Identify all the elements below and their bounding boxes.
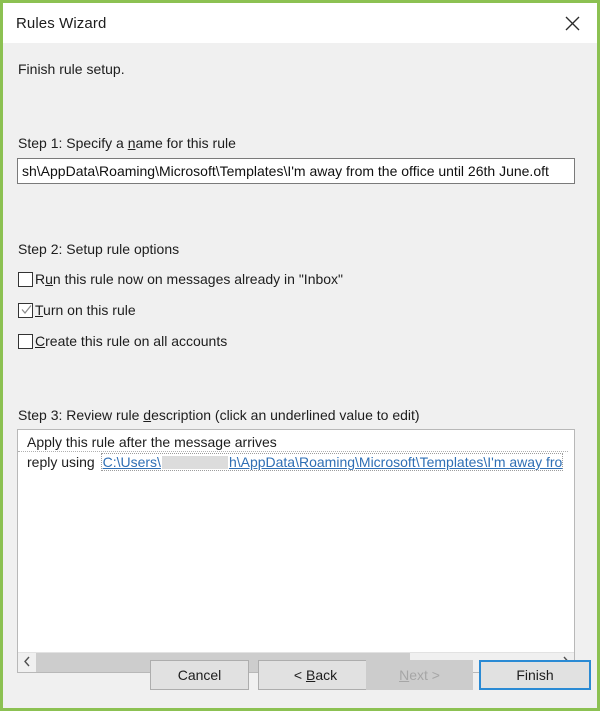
template-path-after: h\AppData\Roaming\Microsoft\Templates\I'…	[228, 454, 563, 470]
checkbox-label-accel: C	[35, 332, 46, 349]
rule-name-input[interactable]	[17, 158, 575, 184]
dialog-footer: Cancel < Back Next > Finish	[3, 650, 597, 708]
description-line-condition: Apply this rule after the message arrive…	[18, 432, 568, 452]
checkbox-label-suffix: reate this rule on all accounts	[45, 332, 228, 349]
page-subtitle: Finish rule setup.	[18, 61, 125, 77]
close-icon	[565, 16, 580, 31]
step2-label: Step 2: Setup rule options	[18, 241, 180, 257]
rule-description-box[interactable]: Apply this rule after the message arrive…	[17, 429, 575, 673]
checkbox-label: Run this rule now on messages already in…	[35, 270, 344, 287]
step1-label-prefix: Step 1: Specify a	[18, 135, 128, 151]
back-label-prefix: <	[293, 667, 306, 683]
checkbox-box	[18, 271, 33, 287]
step1-label-accel: n	[127, 135, 136, 151]
rule-description-lines: Apply this rule after the message arrive…	[18, 430, 574, 640]
step1-label-suffix: ame for this rule	[135, 135, 236, 151]
checkbox-box	[18, 302, 33, 318]
step3-label-suffix: escription (click an underlined value to…	[151, 407, 420, 423]
template-path-before: C:\Users\	[102, 454, 161, 470]
next-button: Next >	[366, 660, 473, 690]
checkbox-label: Create this rule on all accounts	[35, 332, 228, 349]
checkbox-label-accel: u	[45, 270, 53, 287]
checkbox-label-accel: T	[35, 301, 44, 318]
checkbox-box	[18, 333, 33, 349]
description-line-action: reply using C:\Users\ h\AppData\Roaming\M…	[18, 452, 574, 472]
step3-label: Step 3: Review rule description (click a…	[18, 407, 420, 423]
description-action-prefix: reply using	[27, 454, 99, 470]
checkbox-create-on-all-accounts[interactable]: Create this rule on all accounts	[18, 331, 227, 351]
checkbox-label: Turn on this rule	[35, 301, 136, 318]
close-button[interactable]	[549, 5, 595, 41]
title-bar: Rules Wizard	[3, 3, 597, 43]
back-button[interactable]: < Back	[258, 660, 373, 690]
next-label-accel: N	[399, 667, 410, 683]
dialog-body: Finish rule setup. Step 1: Specify a nam…	[3, 43, 597, 708]
next-label-suffix: ext >	[409, 667, 440, 683]
rules-wizard-dialog: Rules Wizard Finish rule setup. Step 1: …	[0, 0, 600, 711]
checkmark-icon	[20, 303, 33, 316]
step3-label-prefix: Step 3: Review rule	[18, 407, 144, 423]
step1-label: Step 1: Specify a name for this rule	[18, 135, 236, 151]
checkbox-run-rule-now[interactable]: Run this rule now on messages already in…	[18, 269, 343, 289]
checkbox-label-suffix: n this rule now on messages already in "…	[52, 270, 344, 287]
back-label-accel: B	[305, 667, 316, 683]
redacted-username	[161, 456, 228, 469]
checkbox-label-suffix: urn on this rule	[43, 301, 136, 318]
finish-button[interactable]: Finish	[479, 660, 591, 690]
step3-label-accel: d	[143, 407, 152, 423]
window-title: Rules Wizard	[16, 14, 107, 32]
back-label-suffix: ack	[315, 667, 338, 683]
checkbox-label-prefix: R	[35, 270, 46, 287]
cancel-button[interactable]: Cancel	[150, 660, 249, 690]
template-path-link[interactable]: C:\Users\ h\AppData\Roaming\Microsoft\Tem…	[100, 453, 564, 471]
checkbox-turn-on-rule[interactable]: Turn on this rule	[18, 300, 136, 320]
